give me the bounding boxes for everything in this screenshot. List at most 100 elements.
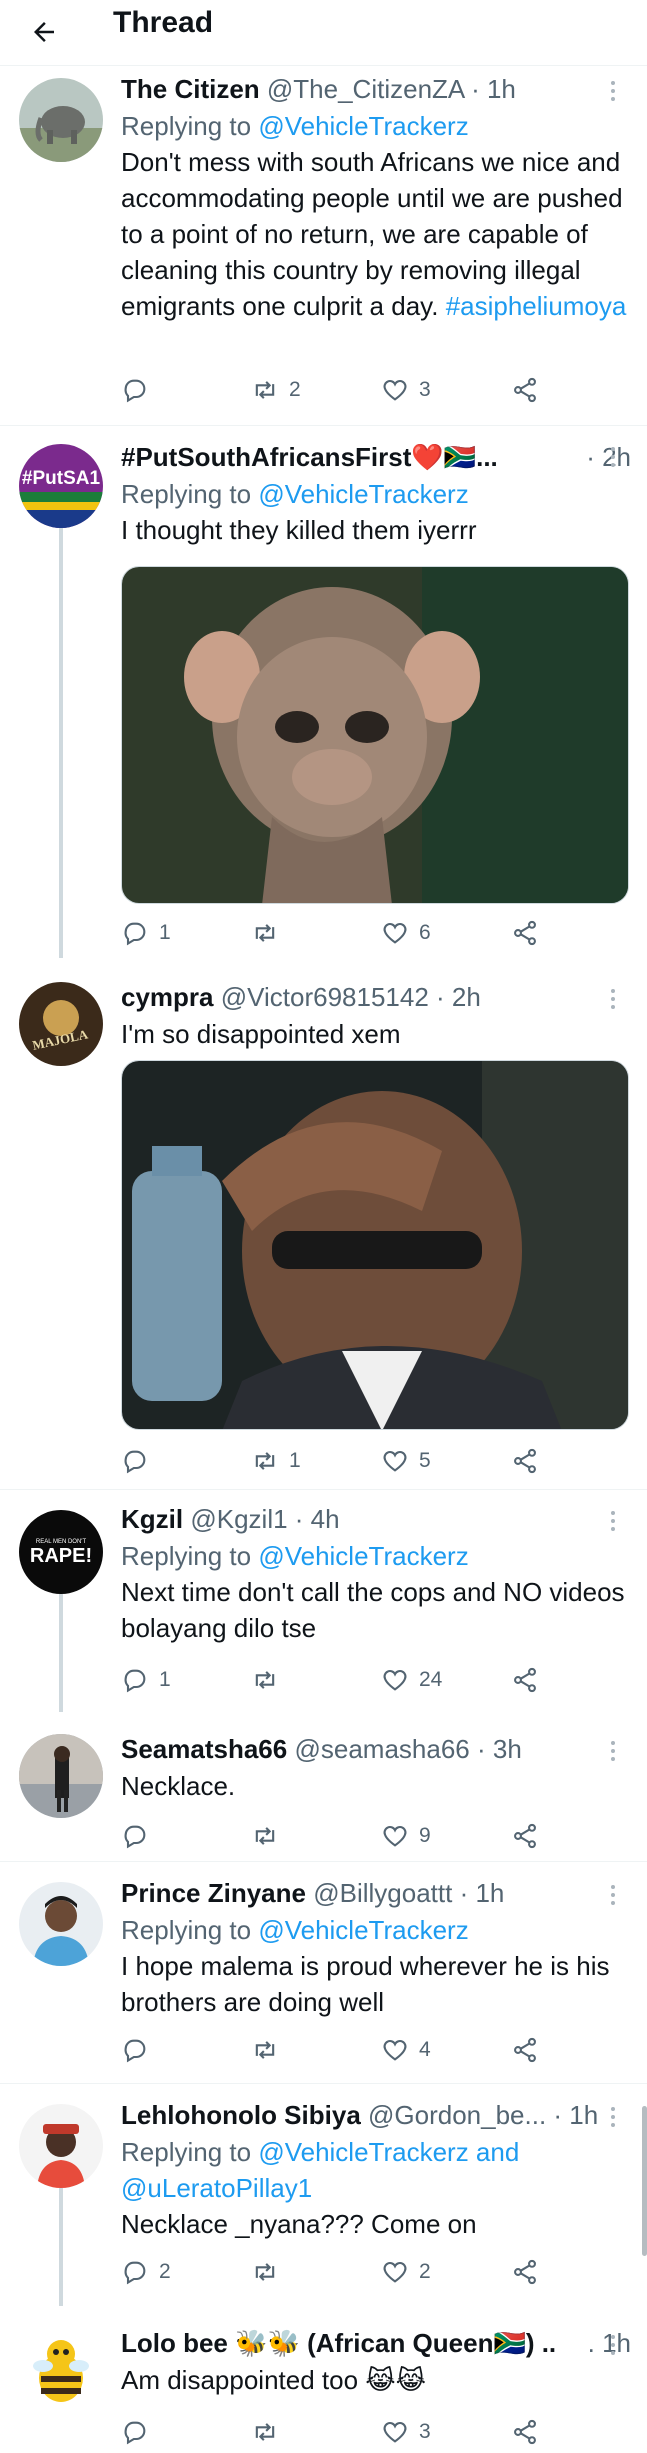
- author-name[interactable]: #PutSouthAfricansFirst❤️🇿🇦...: [121, 442, 498, 472]
- back-arrow-icon[interactable]: [26, 14, 62, 50]
- avatar[interactable]: [19, 2328, 103, 2412]
- share-button[interactable]: [511, 376, 539, 404]
- reply-button[interactable]: [121, 376, 159, 404]
- top-bar: Thread: [0, 0, 647, 66]
- retweet-button[interactable]: 1: [251, 1447, 301, 1475]
- reply-count: 1: [159, 1668, 171, 1691]
- tweet[interactable]: Lehlohonolo Sibiya @Gordon_be... · 1h Re…: [0, 2084, 647, 2306]
- retweet-button[interactable]: [251, 1822, 289, 1850]
- author-name[interactable]: Seamatsha66: [121, 1734, 287, 1764]
- timestamp[interactable]: · 1h: [471, 74, 516, 104]
- author-name[interactable]: Prince Zinyane: [121, 1878, 306, 1908]
- author-handle[interactable]: @Gordon_be...: [368, 2100, 546, 2130]
- tweet-image-monkey[interactable]: [121, 566, 629, 904]
- share-button[interactable]: [511, 2036, 539, 2064]
- reply-icon: [124, 1450, 146, 1474]
- timestamp[interactable]: · 1h: [460, 1878, 505, 1908]
- tweet[interactable]: REAL MEN DON'T RAPE! Kgzil @Kgzil1 · 4h R…: [0, 1490, 647, 1712]
- avatar[interactable]: [19, 78, 103, 162]
- share-button[interactable]: [511, 1822, 539, 1850]
- retweet-button[interactable]: [251, 2036, 289, 2064]
- tweet[interactable]: Lolo bee 🐝🐝 (African Queen🇿🇦) .. . 1h Am…: [0, 2306, 647, 2453]
- like-button[interactable]: 6: [381, 919, 431, 947]
- more-options-icon[interactable]: [603, 76, 623, 106]
- like-button[interactable]: 3: [381, 2418, 431, 2446]
- avatar[interactable]: [19, 1882, 103, 1966]
- replying-to: Replying to @VehicleTrackerz and @uLerat…: [121, 2137, 520, 2203]
- more-options-icon[interactable]: [603, 1736, 623, 1766]
- more-options-icon[interactable]: [603, 442, 623, 472]
- tweet-actions: 1 5: [121, 1447, 551, 1483]
- avatar[interactable]: #PutSA1: [19, 444, 103, 528]
- retweet-button[interactable]: [251, 2258, 289, 2286]
- tweet[interactable]: Seamatsha66 @seamasha66 · 3h Necklace. 9: [0, 1712, 647, 1862]
- share-icon: [514, 1667, 536, 1693]
- avatar[interactable]: REAL MEN DON'T RAPE!: [19, 1510, 103, 1594]
- author-name[interactable]: Kgzil: [121, 1504, 183, 1534]
- avatar[interactable]: MAJOLA: [19, 982, 103, 1066]
- tweet[interactable]: #PutSA1 #PutSouthAfricansFirst❤️🇿🇦... · …: [0, 426, 647, 958]
- avatar[interactable]: [19, 2104, 103, 2188]
- tweet[interactable]: MAJOLA cympra @Victor69815142 · 2h I'm s…: [0, 958, 647, 1490]
- author-handle[interactable]: @Billygoattt: [313, 1878, 452, 1908]
- like-count: 3: [419, 378, 431, 401]
- timestamp[interactable]: · 1h: [553, 2100, 598, 2130]
- reply-button[interactable]: [121, 1447, 159, 1475]
- author-handle[interactable]: @Kgzil1: [190, 1504, 287, 1534]
- like-button[interactable]: 24: [381, 1666, 442, 1694]
- author-name[interactable]: Lolo bee 🐝🐝 (African Queen🇿🇦) ..: [121, 2328, 556, 2358]
- more-options-icon[interactable]: [603, 984, 623, 1014]
- tweet-text: I'm so disappointed xem: [121, 1019, 401, 1049]
- share-icon: [514, 377, 536, 403]
- author-name[interactable]: The Citizen: [121, 74, 260, 104]
- timestamp[interactable]: · 2h: [436, 982, 481, 1012]
- share-icon: [514, 2259, 536, 2285]
- retweet-icon: [255, 924, 275, 942]
- author-name[interactable]: cympra: [121, 982, 214, 1012]
- thread-line: [59, 2188, 63, 2306]
- tweet[interactable]: The Citizen @The_CitizenZA · 1h Replying…: [0, 66, 647, 426]
- share-icon: [514, 1448, 536, 1474]
- retweet-button[interactable]: [251, 1666, 289, 1694]
- retweet-button[interactable]: 2: [251, 376, 301, 404]
- timestamp[interactable]: · 4h: [295, 1504, 340, 1534]
- tweet-image-man[interactable]: [121, 1060, 629, 1430]
- author-name[interactable]: Lehlohonolo Sibiya: [121, 2100, 361, 2130]
- reply-button[interactable]: 1: [121, 919, 171, 947]
- share-button[interactable]: [511, 1666, 539, 1694]
- author-handle[interactable]: @Victor69815142: [221, 982, 429, 1012]
- scrollbar[interactable]: [642, 2106, 647, 2256]
- share-button[interactable]: [511, 2258, 539, 2286]
- timestamp[interactable]: · 3h: [477, 1734, 522, 1764]
- avatar[interactable]: [19, 1734, 103, 1818]
- reply-button[interactable]: [121, 1822, 159, 1850]
- like-button[interactable]: 3: [381, 376, 431, 404]
- retweet-button[interactable]: [251, 2418, 289, 2446]
- tweet-header: Kgzil @Kgzil1 · 4h: [121, 1502, 631, 1538]
- like-count: 3: [419, 2420, 431, 2443]
- like-button[interactable]: 5: [381, 1447, 431, 1475]
- share-button[interactable]: [511, 919, 539, 947]
- author-handle[interactable]: @The_CitizenZA: [267, 74, 464, 104]
- reply-button[interactable]: [121, 2418, 159, 2446]
- hashtag-link[interactable]: #asipheliumoya: [446, 291, 627, 321]
- share-button[interactable]: [511, 2418, 539, 2446]
- like-button[interactable]: 2: [381, 2258, 431, 2286]
- more-options-icon[interactable]: [603, 1506, 623, 1536]
- replying-to-link[interactable]: @VehicleTrackerz: [258, 1541, 468, 1571]
- reply-button[interactable]: [121, 2036, 159, 2064]
- more-options-icon[interactable]: [603, 2330, 623, 2360]
- reply-button[interactable]: 1: [121, 1666, 171, 1694]
- more-options-icon[interactable]: [603, 2102, 623, 2132]
- replying-to-link[interactable]: @VehicleTrackerz: [258, 111, 468, 141]
- share-button[interactable]: [511, 1447, 539, 1475]
- replying-to-link[interactable]: @VehicleTrackerz: [258, 1915, 468, 1945]
- reply-button[interactable]: 2: [121, 2258, 171, 2286]
- more-options-icon[interactable]: [603, 1880, 623, 1910]
- like-button[interactable]: 9: [381, 1822, 431, 1850]
- like-button[interactable]: 4: [381, 2036, 431, 2064]
- author-handle[interactable]: @seamasha66: [294, 1734, 469, 1764]
- tweet[interactable]: Prince Zinyane @Billygoattt · 1h Replyin…: [0, 1862, 647, 2084]
- retweet-button[interactable]: [251, 919, 289, 947]
- replying-to-link[interactable]: @VehicleTrackerz: [258, 479, 468, 509]
